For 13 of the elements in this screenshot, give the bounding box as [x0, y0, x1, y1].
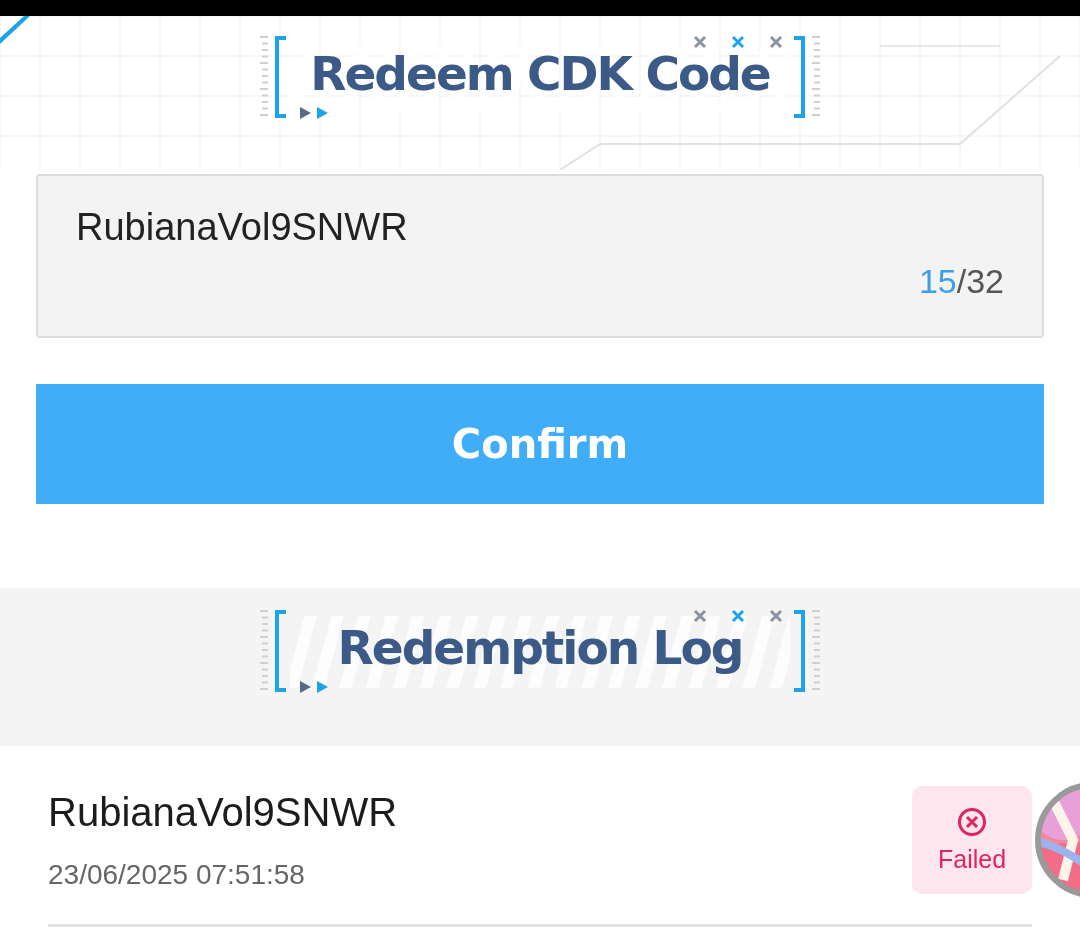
section-title: Redemption Log: [337, 619, 743, 677]
page-title: Redeem CDK Code: [310, 45, 770, 103]
bracket-icon: [274, 610, 288, 692]
corner-stripe-icon: [0, 16, 30, 44]
redeemed-code: RubianaVol9SNWR: [48, 789, 398, 835]
bracket-icon: [274, 36, 288, 118]
timestamp: 23/06/2025 07:51:58: [48, 858, 306, 891]
code-input-field[interactable]: RubianaVol9SNWR 15/32: [36, 174, 1044, 338]
bracket-icon: [792, 610, 806, 692]
status-badge: Failed: [912, 786, 1032, 894]
bracket-icon: [792, 36, 806, 118]
character-counter: 15/32: [918, 262, 1004, 301]
error-circle-icon: [957, 806, 987, 837]
